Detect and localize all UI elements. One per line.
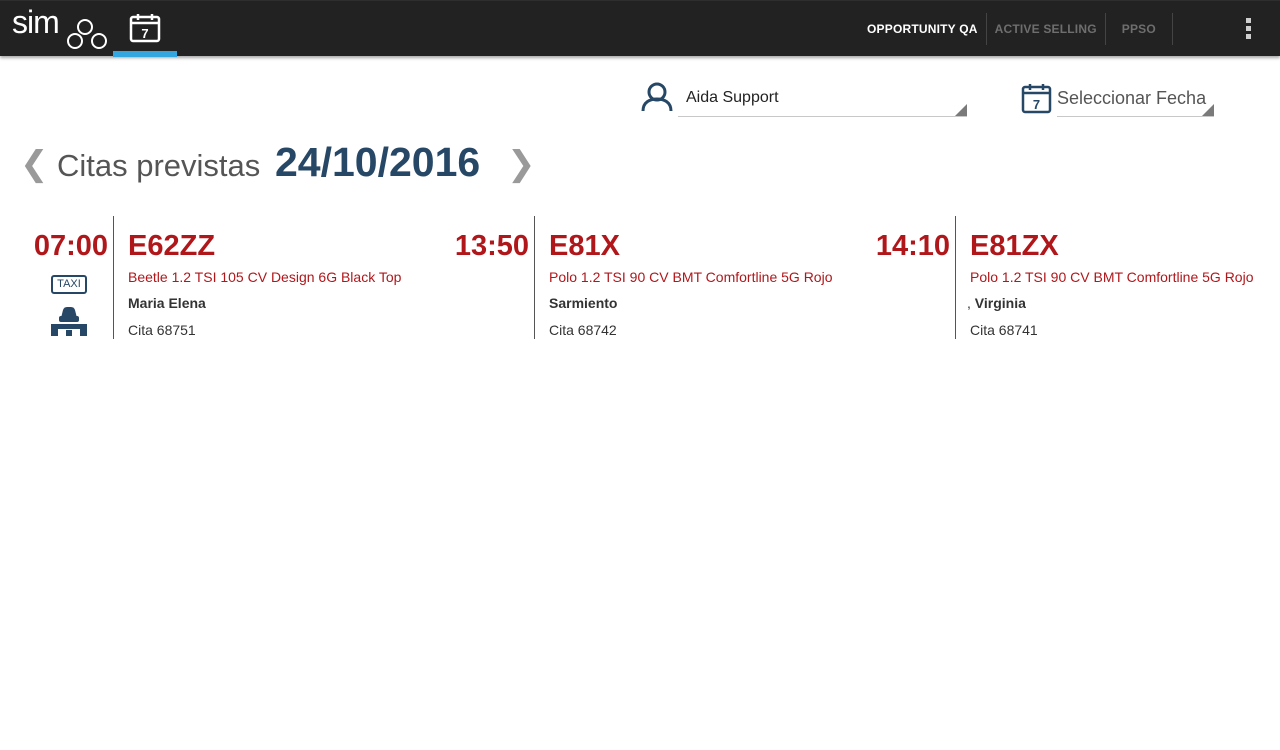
car-lift-icon <box>51 307 87 336</box>
divider <box>955 216 956 339</box>
vehicle-model: Polo 1.2 TSI 90 CV BMT Comfortline 5G Ro… <box>970 269 1254 285</box>
previous-day-icon[interactable]: ❮ <box>20 144 49 184</box>
calendar-tab[interactable]: 7 <box>113 1 177 57</box>
nav-ppso[interactable]: PPSO <box>1106 13 1173 45</box>
appointment-number: Cita 68741 <box>970 322 1038 338</box>
customer-name: , Virginia <box>967 295 1026 311</box>
calendar-icon[interactable]: 7 <box>1021 84 1053 114</box>
appointment-number: Cita 68751 <box>128 322 196 338</box>
user-select[interactable]: Aida Support <box>678 80 967 117</box>
customer-name: Maria Elena <box>128 295 206 311</box>
customer-name-text: Sarmiento <box>549 295 618 311</box>
vehicle-plate: E62ZZ <box>128 230 216 262</box>
appointment-number: Cita 68742 <box>549 322 617 338</box>
dropdown-corner-icon <box>955 104 967 116</box>
calendar-icon: 7 <box>129 14 161 43</box>
divider <box>113 216 114 339</box>
user-select-value: Aida Support <box>686 89 779 106</box>
customer-name-text: Virginia <box>974 295 1026 311</box>
nav-active-selling[interactable]: ACTIVE SELLING <box>987 13 1106 45</box>
taxi-badge-icon: TAXI <box>51 275 87 294</box>
appointment-card[interactable]: 14:10 E81ZX Polo 1.2 TSI 90 CV BMT Comfo… <box>860 216 1270 339</box>
overflow-menu-icon[interactable] <box>1241 18 1255 42</box>
vehicle-plate: E81ZX <box>970 230 1059 262</box>
selected-date: 24/10/2016 <box>275 139 481 185</box>
simgo-logo[interactable]: sim <box>12 7 110 51</box>
date-select-value: Seleccionar Fecha <box>1057 88 1207 108</box>
vehicle-model: Beetle 1.2 TSI 105 CV Design 6G Black To… <box>128 269 402 285</box>
user-icon <box>641 82 673 112</box>
svg-text:sim: sim <box>12 7 59 40</box>
divider <box>534 216 535 339</box>
dropdown-corner-icon <box>1202 104 1214 116</box>
logo-mark: sim <box>12 7 107 49</box>
active-tab-indicator <box>113 51 177 57</box>
vehicle-model: Polo 1.2 TSI 90 CV BMT Comfortline 5G Ro… <box>549 269 833 285</box>
next-day-icon[interactable]: ❯ <box>507 144 536 184</box>
customer-prefix: , <box>967 295 975 311</box>
customer-name: Sarmiento <box>549 295 617 311</box>
appointment-time: 07:00 <box>33 230 108 262</box>
appointment-card[interactable]: 13:50 E81X Polo 1.2 TSI 90 CV BMT Comfor… <box>440 216 860 339</box>
app-bar: sim 7 OPPORTUNITY QA ACTIVE SELLING PPSO <box>0 0 1280 57</box>
svg-text:7: 7 <box>141 26 148 41</box>
appointment-card[interactable]: 07:00 TAXI E62ZZ Beetle 1.2 TSI 105 CV D… <box>0 216 440 339</box>
appointment-time: 14:10 <box>875 230 950 262</box>
date-select[interactable]: Seleccionar Fecha <box>1057 80 1214 117</box>
customer-name-text: Maria Elena <box>128 295 206 311</box>
page-title: Citas previstas <box>57 148 261 183</box>
top-navigation: OPPORTUNITY QA ACTIVE SELLING PPSO <box>859 13 1173 45</box>
vehicle-plate: E81X <box>549 230 620 262</box>
svg-text:7: 7 <box>1033 97 1040 112</box>
nav-opportunity-qa[interactable]: OPPORTUNITY QA <box>859 13 987 45</box>
appointment-time: 13:50 <box>454 230 529 262</box>
